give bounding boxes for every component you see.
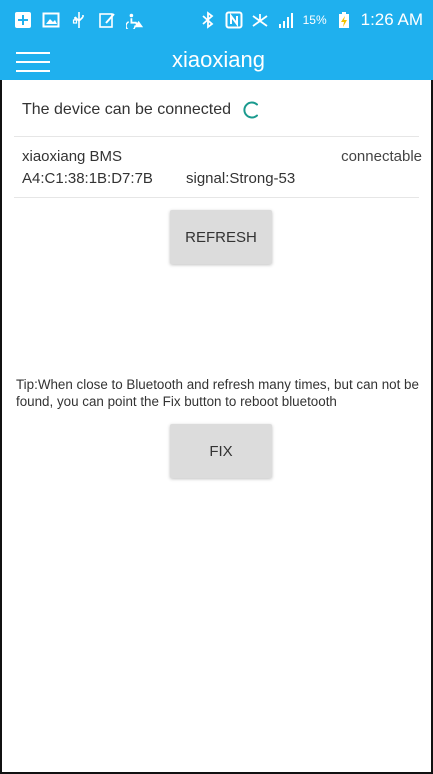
- fix-button[interactable]: FIX: [170, 424, 272, 478]
- status-time: 1:26 AM: [360, 10, 423, 29]
- scan-status: The device can be connected: [22, 94, 417, 126]
- loading-spinner-icon: [243, 101, 261, 119]
- signal-icon: [277, 11, 295, 29]
- toolbar: xiaoxiang: [0, 40, 433, 80]
- refresh-button[interactable]: REFRESH: [170, 210, 272, 264]
- nfc-icon: [225, 11, 243, 29]
- app-bar: 15% 1:26 AM xiaoxiang: [0, 0, 433, 80]
- status-bar: 15% 1:26 AM: [0, 0, 433, 40]
- add-box-icon: [14, 11, 32, 29]
- tip-text: Tip:When close to Bluetooth and refresh …: [16, 377, 419, 409]
- app-title: xiaoxiang: [172, 47, 265, 72]
- battery-percent: 15%: [302, 13, 327, 27]
- accessibility-icon: [126, 11, 144, 29]
- usb-icon: [70, 11, 88, 29]
- scan-status-text: The device can be connected: [22, 101, 232, 118]
- edit-note-icon: [98, 11, 116, 29]
- device-list-item[interactable]: xiaoxiang BMS connectable A4:C1:38:1B:D7…: [22, 148, 422, 192]
- mute-icon: [251, 11, 269, 29]
- device-state: connectable: [341, 148, 422, 165]
- hamburger-menu-icon[interactable]: [16, 48, 52, 74]
- device-mac: A4:C1:38:1B:D7:7B: [22, 170, 153, 187]
- device-name: xiaoxiang BMS: [22, 148, 123, 165]
- bluetooth-icon: [199, 11, 217, 29]
- divider: [14, 136, 419, 137]
- device-signal: signal:Strong-53: [186, 170, 296, 187]
- divider: [14, 197, 419, 198]
- image-icon: [42, 11, 60, 29]
- battery-charging-icon: [335, 11, 353, 29]
